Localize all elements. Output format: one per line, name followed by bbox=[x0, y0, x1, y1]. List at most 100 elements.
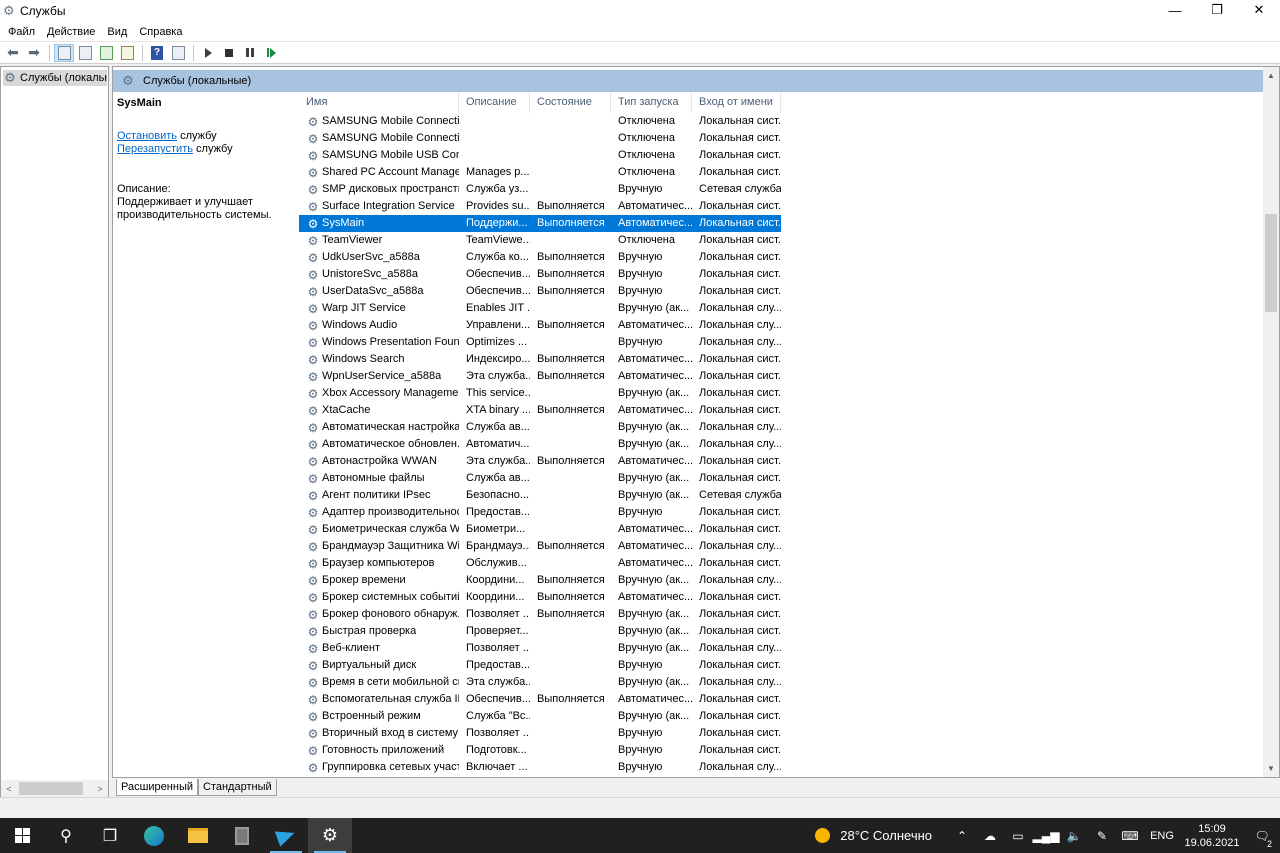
table-row[interactable]: ⚙ Автономные файлы Служба ав... Вручную (ак… bbox=[299, 470, 781, 487]
table-row[interactable]: ⚙ SAMSUNG Mobile Connecti... Отключена Лока… bbox=[299, 130, 781, 147]
arrow-left-icon: ⬅ bbox=[7, 44, 19, 60]
tab-extended[interactable]: Расширенный bbox=[116, 779, 198, 796]
pause-service-button[interactable] bbox=[240, 44, 260, 62]
weather-widget[interactable]: 28°C Солнечно bbox=[815, 828, 932, 843]
table-row[interactable]: ⚙ Surface Integration Service Provides su.… bbox=[299, 198, 781, 215]
table-row[interactable]: ⚙ Группировка сетевых участ... Включает ..… bbox=[299, 759, 781, 776]
scroll-thumb[interactable] bbox=[1265, 214, 1277, 312]
table-row[interactable]: ⚙ Windows Search Индексиро... Выполняется Ав… bbox=[299, 351, 781, 368]
keyboard-icon[interactable]: ⌨ bbox=[1116, 829, 1144, 843]
table-row[interactable]: ⚙ UserDataSvc_a588a Обеспечив... Выполняетс… bbox=[299, 283, 781, 300]
table-row[interactable]: ⚙ Браузер компьютеров Обслужив... Автоматич… bbox=[299, 555, 781, 572]
vertical-scrollbar[interactable]: ▲ ▼ bbox=[1263, 67, 1279, 777]
table-row[interactable]: ⚙ Вторичный вход в систему Позволяет ... Вр… bbox=[299, 725, 781, 742]
table-row[interactable]: ⚙ SMP дисковых пространств... Служба уз...… bbox=[299, 181, 781, 198]
chevron-up-icon[interactable]: ⌃ bbox=[948, 829, 976, 843]
show-action-pane-button[interactable] bbox=[168, 44, 188, 62]
table-row[interactable]: ⚙ Xbox Accessory Managemen... This service… bbox=[299, 385, 781, 402]
edge-button[interactable] bbox=[132, 818, 176, 853]
menu-help[interactable]: Справка bbox=[133, 26, 188, 38]
scroll-down-icon[interactable]: ▼ bbox=[1263, 760, 1279, 777]
table-row[interactable]: ⚙ Автонастройка WWAN Эта служба... Выполняе… bbox=[299, 453, 781, 470]
table-row[interactable]: ⚙ Брокер фонового обнаруж... Позволяет ...… bbox=[299, 606, 781, 623]
properties-button[interactable] bbox=[75, 44, 95, 62]
forward-button[interactable]: ➡ bbox=[24, 44, 44, 62]
start-service-button[interactable] bbox=[198, 44, 218, 62]
notifications-button[interactable]: 🗨 2 bbox=[1244, 829, 1280, 849]
table-row[interactable]: ⚙ Брандмауэр Защитника Wi... Брандмауэ... В… bbox=[299, 538, 781, 555]
table-row[interactable]: ⚙ Брокер времени Координи... Выполняется Вру… bbox=[299, 572, 781, 589]
stop-service-link[interactable]: Остановить bbox=[117, 130, 177, 142]
cloud-icon[interactable]: ☁ bbox=[976, 829, 1004, 843]
telegram-button[interactable] bbox=[264, 818, 308, 853]
tree-item-services-local[interactable]: ⚙ Службы (локальн bbox=[3, 70, 107, 86]
table-row[interactable]: ⚙ Готовность приложений Подготовк... Вручну… bbox=[299, 742, 781, 759]
scroll-right-icon[interactable]: > bbox=[92, 784, 108, 794]
table-row[interactable]: ⚙ WpnUserService_a588a Эта служба... Выполн… bbox=[299, 368, 781, 385]
table-row[interactable]: ⚙ Автоматическое обновлен... Автоматич... В… bbox=[299, 436, 781, 453]
table-row[interactable]: ⚙ Брокер системных событий Координи... Выпо… bbox=[299, 589, 781, 606]
table-row[interactable]: ⚙ Автоматическая настройка... Служба ав...… bbox=[299, 419, 781, 436]
volume-icon[interactable]: 🔈 bbox=[1060, 829, 1088, 843]
table-row[interactable]: ⚙ SAMSUNG Mobile Connecti... Отключена Лока… bbox=[299, 113, 781, 130]
table-row[interactable]: ⚙ Быстрая проверка Проверяет... Вручную (ак… bbox=[299, 623, 781, 640]
menu-action[interactable]: Действие bbox=[41, 26, 101, 38]
table-row[interactable]: ⚙ Вспомогательная служба IP Обеспечив... Вы… bbox=[299, 691, 781, 708]
scroll-left-icon[interactable]: < bbox=[1, 784, 17, 794]
export-list-button[interactable] bbox=[117, 44, 137, 62]
table-row[interactable]: ⚙ SysMain Поддержи... Выполняется Автоматиче… bbox=[299, 215, 781, 232]
battery-icon[interactable]: ▭ bbox=[1004, 829, 1032, 843]
table-row[interactable]: ⚙ Shared PC Account Manager Manages p... От… bbox=[299, 164, 781, 181]
table-row[interactable]: ⚙ Встроенный режим Служба "Вс... Вручную (а… bbox=[299, 708, 781, 725]
table-row[interactable]: ⚙ SAMSUNG Mobile USB Con... Отключена Локал… bbox=[299, 147, 781, 164]
column-header-startup[interactable]: Тип запуска bbox=[611, 92, 692, 113]
search-button[interactable]: ⚲ bbox=[44, 818, 88, 853]
services-taskbar-button[interactable]: ⚙ bbox=[308, 818, 352, 853]
network-icon[interactable]: ▂▄▆ bbox=[1032, 829, 1060, 843]
task-view-button[interactable]: ❐ bbox=[88, 818, 132, 853]
horizontal-scrollbar[interactable]: < > bbox=[1, 780, 108, 797]
pen-icon[interactable]: ✎ bbox=[1088, 829, 1116, 843]
stop-service-button[interactable] bbox=[219, 44, 239, 62]
maximize-button[interactable]: ❐ bbox=[1196, 0, 1238, 20]
task-view-icon: ❐ bbox=[102, 827, 118, 845]
table-row[interactable]: ⚙ UdkUserSvc_a588a Служба ко... Выполняется… bbox=[299, 249, 781, 266]
table-row[interactable]: ⚙ XtaCache XTA binary ... Выполняется Автома… bbox=[299, 402, 781, 419]
table-row[interactable]: ⚙ Время в сети мобильной св... Эта служба.… bbox=[299, 674, 781, 691]
restart-service-button[interactable] bbox=[261, 44, 281, 62]
table-row[interactable]: ⚙Диспетчер автоматических ...Создает по.… bbox=[299, 776, 781, 777]
table-row[interactable]: ⚙ Веб-клиент Позволяет ... Вручную (ак... Ло… bbox=[299, 640, 781, 657]
close-button[interactable]: ✕ bbox=[1238, 0, 1280, 20]
scroll-thumb[interactable] bbox=[19, 782, 83, 795]
column-header-description[interactable]: Описание bbox=[459, 92, 530, 113]
table-row[interactable]: ⚙ Агент политики IPsec Безопасно... Вручную… bbox=[299, 487, 781, 504]
tab-standard[interactable]: Стандартный bbox=[198, 779, 277, 796]
explorer-button[interactable] bbox=[176, 818, 220, 853]
table-row[interactable]: ⚙ Виртуальный диск Предостав... Вручную Лока… bbox=[299, 657, 781, 674]
table-row[interactable]: ⚙ Windows Audio Управлени... Выполняется Авт… bbox=[299, 317, 781, 334]
table-row[interactable]: ⚙ TeamViewer TeamViewe... Отключена Локальна… bbox=[299, 232, 781, 249]
refresh-button[interactable] bbox=[96, 44, 116, 62]
table-row[interactable]: ⚙ Биометрическая служба W... Биометри... Ав… bbox=[299, 521, 781, 538]
clock[interactable]: 15:09 19.06.2021 bbox=[1180, 822, 1244, 850]
restart-service-link[interactable]: Перезапустить bbox=[117, 143, 193, 155]
column-header-login[interactable]: Вход от имени bbox=[692, 92, 781, 113]
show-hide-console-tree-button[interactable] bbox=[54, 43, 74, 62]
menu-view[interactable]: Вид bbox=[101, 26, 133, 38]
minimize-button[interactable]: — bbox=[1154, 0, 1196, 20]
column-header-name[interactable]: Имя bbox=[299, 92, 459, 113]
service-name: Встроенный режим bbox=[322, 710, 421, 722]
scroll-up-icon[interactable]: ▲ bbox=[1263, 67, 1279, 84]
calculator-button[interactable] bbox=[220, 818, 264, 853]
column-header-state[interactable]: Состояние bbox=[530, 92, 611, 113]
service-name: Автонастройка WWAN bbox=[322, 455, 437, 467]
table-row[interactable]: ⚙ Warp JIT Service Enables JIT ... Вручную … bbox=[299, 300, 781, 317]
table-row[interactable]: ⚙ Windows Presentation Foun... Optimizes .… bbox=[299, 334, 781, 351]
menu-file[interactable]: Файл bbox=[2, 26, 41, 38]
help-button[interactable]: ? bbox=[147, 44, 167, 62]
language-indicator[interactable]: ENG bbox=[1144, 830, 1180, 842]
table-row[interactable]: ⚙ Адаптер производительнос... Предостав...… bbox=[299, 504, 781, 521]
back-button[interactable]: ⬅ bbox=[3, 44, 23, 62]
start-button[interactable] bbox=[0, 818, 44, 853]
table-row[interactable]: ⚙ UnistoreSvc_a588a Обеспечив... Выполняетс… bbox=[299, 266, 781, 283]
